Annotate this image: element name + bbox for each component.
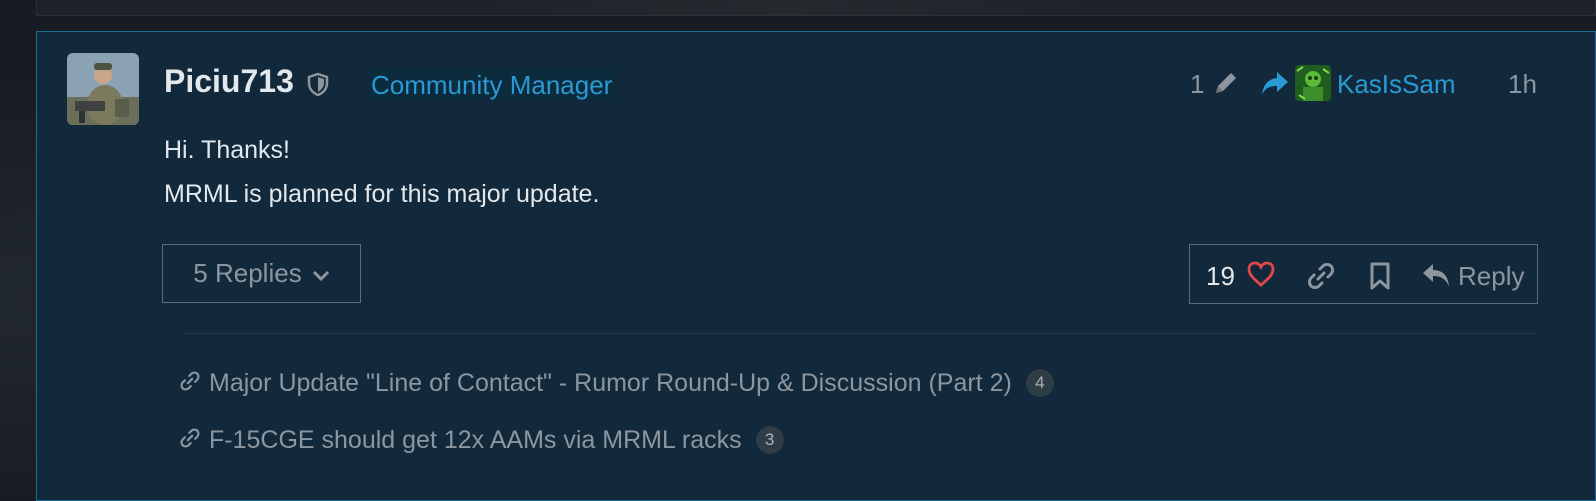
linked-topic-count: 4 [1025, 369, 1054, 397]
edit-count[interactable]: 1 [1190, 69, 1204, 100]
linked-topic-count: 3 [755, 426, 784, 454]
link-icon [179, 370, 201, 397]
post-body-line: MRML is planned for this major update. [164, 180, 600, 208]
share-arrow-icon [1260, 70, 1290, 103]
post-age[interactable]: 1h [1508, 69, 1537, 100]
section-divider [182, 333, 1537, 334]
like-count[interactable]: 19 [1206, 261, 1235, 292]
linked-topic-title[interactable]: F-15CGE should get 12x AAMs via MRML rac… [209, 426, 742, 455]
post-card: Piciu713 Community Manager 1 KasIsSam 1h [36, 31, 1596, 501]
heart-icon[interactable] [1246, 260, 1276, 293]
user-avatar[interactable] [67, 53, 139, 125]
link-icon[interactable] [1306, 261, 1336, 296]
bookmark-icon[interactable] [1368, 261, 1392, 296]
previous-post-edge [36, 0, 1596, 16]
previous-post-shade [437, 0, 1137, 15]
pencil-icon[interactable] [1211, 68, 1241, 103]
post-body-line: Hi. Thanks! [164, 136, 290, 164]
chevron-down-icon [312, 258, 330, 289]
shield-icon [307, 72, 329, 101]
reply-to-avatar[interactable] [1295, 65, 1331, 101]
linked-topic-title[interactable]: Major Update "Line of Contact" - Rumor R… [209, 369, 1012, 398]
replies-label: 5 Replies [193, 258, 302, 288]
link-icon [179, 427, 201, 454]
post-username[interactable]: Piciu713 [164, 63, 294, 100]
user-title-badge[interactable]: Community Manager [366, 68, 618, 100]
reply-to-username[interactable]: KasIsSam [1337, 69, 1456, 100]
linked-topic[interactable]: Major Update "Line of Contact" - Rumor R… [179, 366, 1054, 400]
show-replies-button[interactable]: 5 Replies [162, 244, 361, 303]
reply-arrow-icon[interactable] [1421, 262, 1451, 293]
linked-topic[interactable]: F-15CGE should get 12x AAMs via MRML rac… [179, 423, 784, 457]
post-actions: 19 Reply [1189, 244, 1538, 304]
reply-button[interactable]: Reply [1458, 261, 1524, 292]
